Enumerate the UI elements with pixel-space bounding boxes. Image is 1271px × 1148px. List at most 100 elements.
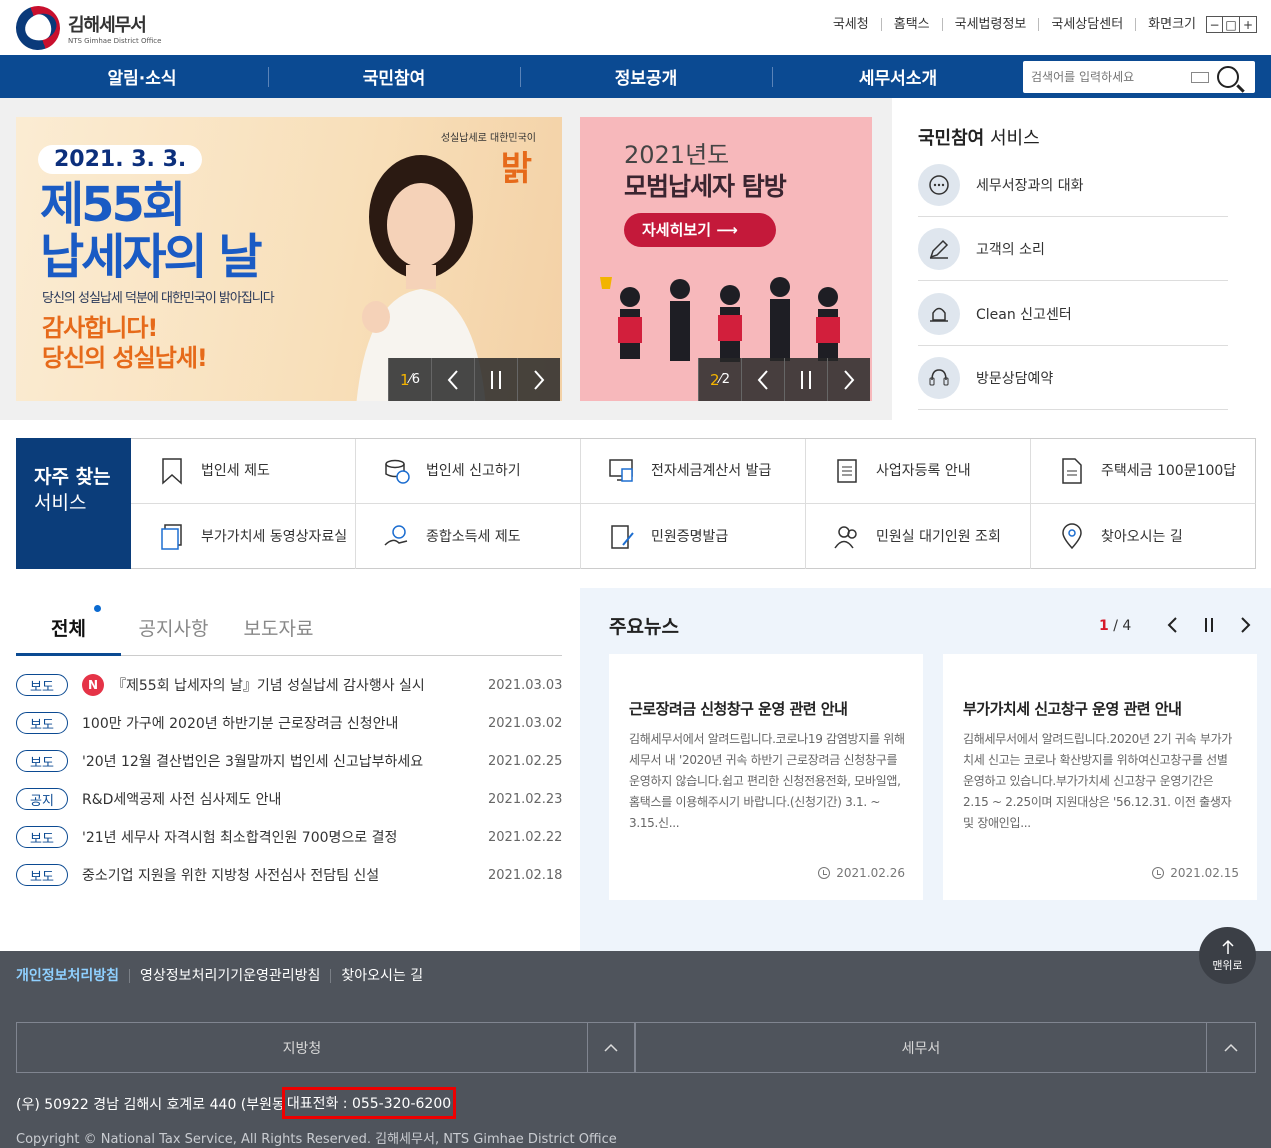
nav-item-news[interactable]: 알림·소식 <box>16 55 268 98</box>
notice-title[interactable]: '21년 세무사 자격시험 최소합격인원 700명으로 결정 <box>82 827 488 847</box>
tab-press[interactable]: 보도자료 <box>226 612 331 655</box>
notice-date: 2021.02.23 <box>488 791 563 807</box>
banner-date: 2021. 3. 3. <box>38 145 203 174</box>
search-box <box>1023 61 1255 93</box>
nav-item-disclosure[interactable]: 정보공개 <box>520 55 772 98</box>
notice-badge: 보도 <box>16 864 68 886</box>
quick-directions[interactable]: 찾아오시는 길 <box>1031 504 1256 569</box>
quick-corporate-tax-filing[interactable]: 법인세 신고하기 <box>356 439 581 504</box>
slide2-controls: 2 ⁄ 2 <box>698 358 870 401</box>
slide2-prev-button[interactable] <box>741 358 784 401</box>
arrow-up-icon <box>1221 939 1234 954</box>
service-item-clean-report[interactable]: Clean 신고센터 <box>918 282 1228 346</box>
notice-badge: 보도 <box>16 674 68 696</box>
new-badge: N <box>82 674 104 696</box>
tax-office-toggle[interactable] <box>1206 1022 1256 1073</box>
notice-row[interactable]: 보도 100만 가구에 2020년 하반기분 근로장려금 신청안내 2021.03.… <box>16 704 562 742</box>
quick-service-title: 자주 찾는 서비스 <box>16 438 131 569</box>
slide1-prev-button[interactable] <box>431 358 474 401</box>
screen-size-controls: − □ + <box>1206 16 1257 33</box>
notice-row[interactable]: 보도 중소기업 지원을 위한 지방청 사전심사 전담팀 신설 2021.02.18 <box>16 856 562 894</box>
banner2-title: 모범납세자 탐방 <box>624 172 787 201</box>
notice-title[interactable]: 『제55회 납세자의 날』기념 성실납세 감사행사 실시 <box>112 675 488 695</box>
util-link-law[interactable]: 국세법령정보 <box>941 18 1039 31</box>
notice-title[interactable]: 100만 가구에 2020년 하반기분 근로장려금 신청안내 <box>82 713 488 733</box>
quick-business-registration[interactable]: 사업자등록 안내 <box>806 439 1031 504</box>
service-item-visit-reservation[interactable]: 방문상담예약 <box>918 346 1228 410</box>
slide2-pause-button[interactable] <box>784 358 827 401</box>
news-card-body: 김해세무서에서 알려드립니다.코로나19 감염방지를 위해 세무서 내 '202… <box>629 732 905 830</box>
banner-thanks: 감사합니다! 당신의 성실납세! <box>42 313 208 373</box>
zoom-out-button[interactable]: − <box>1206 16 1223 33</box>
slide1-pause-button[interactable] <box>474 358 517 401</box>
news-card-date: 2021.02.15 <box>1152 866 1239 880</box>
slide1-next-button[interactable] <box>517 358 560 401</box>
search-input[interactable] <box>1031 70 1191 84</box>
document-icon <box>1057 456 1087 486</box>
news-next-button[interactable] <box>1234 613 1258 637</box>
service-item-customer-voice[interactable]: 고객의 소리 <box>918 217 1228 281</box>
news-prev-button[interactable] <box>1160 613 1184 637</box>
notice-title[interactable]: 중소기업 지원을 위한 지방청 사전심사 전담팀 신설 <box>82 865 488 885</box>
util-link-nts[interactable]: 국세청 <box>821 18 881 31</box>
footer-address: (우) 50922 경남 김해시 호계로 440 (부원동) <box>16 1097 291 1113</box>
news-pause-button[interactable] <box>1197 613 1221 637</box>
regional-office-toggle[interactable] <box>587 1022 635 1073</box>
coin-hand-icon <box>382 522 412 552</box>
keyboard-icon[interactable] <box>1191 71 1209 83</box>
zoom-reset-button[interactable]: □ <box>1223 16 1240 33</box>
notice-row[interactable]: 보도 N 『제55회 납세자의 날』기념 성실납세 감사행사 실시 2021.03.0… <box>16 666 562 704</box>
util-link-hometax[interactable]: 홈택스 <box>880 18 942 31</box>
nts-emblem-icon <box>9 0 67 57</box>
news-card-body: 김해세무서에서 알려드립니다.2020년 2기 귀속 부가가치세 신고는 코로나… <box>963 732 1233 830</box>
site-logo[interactable]: 김해세무서 NTS Gimhae District Office <box>9 0 216 57</box>
news-pagination: 1 / 4 <box>1099 618 1132 634</box>
quick-housing-tax-faq[interactable]: 주택세금 100문100답 <box>1031 439 1256 504</box>
headset-icon <box>918 356 960 399</box>
notice-tabs: 전체 공지사항 보도자료 <box>16 605 562 656</box>
regional-office-select[interactable]: 지방청 <box>16 1022 588 1073</box>
slide2-next-button[interactable] <box>827 358 870 401</box>
nav-item-about[interactable]: 세무서소개 <box>772 55 1024 98</box>
footer-copyright: Copyright © National Tax Service, All Ri… <box>16 1132 617 1147</box>
arrow-right-icon: ⟶ <box>716 221 738 239</box>
back-to-top-button[interactable]: 맨위로 <box>1199 927 1256 984</box>
zoom-in-button[interactable]: + <box>1240 16 1257 33</box>
users-icon <box>832 522 862 552</box>
nav-item-participation[interactable]: 국민참여 <box>268 55 520 98</box>
banner-thanks-line1: 감사합니다! <box>42 314 158 342</box>
news-card[interactable]: 근로장려금 신청창구 운영 관련 안내 김해세무서에서 알려드립니다.코로나19… <box>609 654 923 900</box>
quick-income-tax[interactable]: 종합소득세 제도 <box>356 504 581 569</box>
service-item-chief-talk[interactable]: 세무서장과의 대화 <box>918 153 1228 217</box>
news-card[interactable]: 부가가치세 신고창구 운영 관련 안내 김해세무서에서 알려드립니다.2020년… <box>943 654 1257 900</box>
notice-row[interactable]: 보도 '21년 세무사 자격시험 최소합격인원 700명으로 결정 2021.02.… <box>16 818 562 856</box>
notice-title[interactable]: '20년 12월 결산법인은 3월말까지 법인세 신고납부하세요 <box>82 751 488 771</box>
banner-brand-big: 밝 <box>500 149 532 189</box>
news-card-date: 2021.02.26 <box>818 866 905 880</box>
banner2-detail-button[interactable]: 자세히보기 ⟶ <box>624 213 776 247</box>
quick-service-grid: 법인세 제도 법인세 신고하기 전자세금계산서 발급 사업자등록 안내 주택세금… <box>131 438 1256 569</box>
chevron-up-icon <box>1224 1043 1238 1052</box>
footer-link-privacy[interactable]: 개인정보처리방침 <box>16 969 129 983</box>
footer-link-cctv[interactable]: 영상정보처리기기운영관리방침 <box>129 969 330 983</box>
util-link-consult[interactable]: 국세상담센터 <box>1038 18 1135 31</box>
quick-certificate[interactable]: 민원증명발급 <box>581 504 806 569</box>
banner-title-line1: 제55회 <box>40 177 186 233</box>
notice-row[interactable]: 보도 '20년 12월 결산법인은 3월말까지 법인세 신고납부하세요 2021.0… <box>16 742 562 780</box>
tab-all[interactable]: 전체 <box>16 605 121 656</box>
search-icon[interactable] <box>1217 66 1239 88</box>
banner-subtitle: 당신의 성실납세 덕분에 대한민국이 밝아집니다 <box>42 291 275 306</box>
quick-corporate-tax[interactable]: 법인세 제도 <box>131 439 356 504</box>
notice-title[interactable]: R&D세액공제 사전 심사제도 안내 <box>82 789 488 809</box>
tax-office-select[interactable]: 세무서 <box>635 1022 1207 1073</box>
footer-link-directions[interactable]: 찾아오시는 길 <box>330 969 433 983</box>
notice-row[interactable]: 공지 R&D세액공제 사전 심사제도 안내 2021.02.23 <box>16 780 562 818</box>
document-pen-icon <box>607 522 637 552</box>
quick-e-invoice[interactable]: 전자세금계산서 발급 <box>581 439 806 504</box>
quick-waiting-status[interactable]: 민원실 대기인원 조회 <box>806 504 1031 569</box>
citizen-service-title: 국민참여 서비스 <box>918 128 1040 149</box>
slide2-counter: 2 ⁄ 2 <box>698 358 741 401</box>
banner-title: 제55회 납세자의 날 <box>40 177 263 283</box>
tab-notice[interactable]: 공지사항 <box>121 612 226 655</box>
quick-vat-video[interactable]: 부가가치세 동영상자료실 <box>131 504 356 569</box>
